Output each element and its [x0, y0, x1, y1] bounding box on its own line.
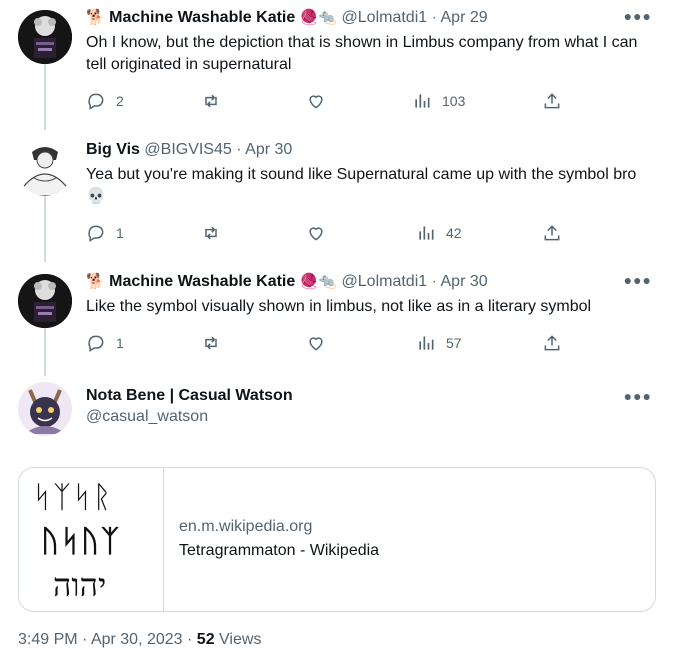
separator: · — [236, 141, 242, 158]
thumbnail-line: יהוה — [53, 566, 107, 604]
views-label: Views — [219, 631, 262, 648]
action-bar: 1 42 — [86, 223, 586, 245]
views-icon — [415, 94, 430, 108]
tweet-date[interactable]: Apr 30 — [245, 141, 292, 158]
reply-count: 2 — [116, 93, 124, 109]
avatar-image — [18, 382, 72, 436]
avatar[interactable] — [18, 382, 72, 436]
action-bar: 2 103 — [86, 91, 586, 113]
handle[interactable]: @Lolmatdi1 — [342, 273, 428, 290]
yarn-rat-emoji: 🧶🐀 — [299, 273, 338, 290]
tweet-date[interactable]: Apr 30 — [441, 273, 488, 290]
link-card-title: Tetragrammaton - Wikipedia — [179, 542, 380, 559]
link-card[interactable]: ᛋᛉᛋᚱ ᚢᛋᚢᛉ יהוה en.m.wikipedia.org Tetrag… — [18, 467, 656, 612]
tweet[interactable]: Big Vis @BIGVIS45 · Apr 30 Yea but you'r… — [0, 132, 685, 262]
share-button[interactable] — [542, 223, 562, 243]
reply-button[interactable]: 1 — [86, 223, 124, 243]
separator: · — [82, 631, 88, 648]
dog-emoji: 🐕 — [86, 9, 105, 26]
like-button[interactable] — [306, 333, 326, 353]
reply-count: 1 — [116, 225, 124, 241]
views-button[interactable]: 57 — [416, 333, 462, 353]
avatar[interactable] — [18, 142, 72, 196]
tweet-text: Like the symbol visually shown in limbus… — [86, 298, 592, 315]
like-icon — [309, 227, 323, 241]
like-button[interactable] — [306, 223, 326, 243]
tweet[interactable]: 🐕 Machine Washable Katie 🧶🐀 @Lolmatdi1 ·… — [0, 264, 685, 374]
tweet[interactable]: 🐕 Machine Washable Katie 🧶🐀 @Lolmatdi1 ·… — [0, 0, 685, 130]
like-icon — [309, 337, 323, 351]
views-icon — [419, 336, 434, 350]
reply-icon — [88, 225, 104, 242]
views-total: 52 — [196, 631, 215, 648]
avatar[interactable] — [18, 10, 72, 64]
more-icon[interactable]: ●●● — [624, 8, 652, 24]
retweet-button[interactable] — [201, 223, 221, 243]
share-icon — [544, 225, 560, 241]
tweet-header: Big Vis @BIGVIS45 · Apr 30 — [86, 140, 645, 160]
separator: · — [431, 9, 437, 26]
tweet-text: Oh I know, but the depiction that is sho… — [86, 34, 638, 73]
retweet-icon — [205, 94, 217, 108]
reply-count: 1 — [116, 335, 124, 351]
tweet-time[interactable]: 3:49 PM — [18, 631, 78, 648]
link-card-domain: en.m.wikipedia.org — [179, 518, 313, 535]
handle[interactable]: @casual_watson — [86, 408, 208, 426]
tweet-date[interactable]: Apr 29 — [441, 9, 488, 26]
share-button[interactable] — [542, 333, 562, 353]
handle[interactable]: @BIGVIS45 — [144, 141, 231, 158]
share-button[interactable] — [542, 91, 562, 111]
views-count: 42 — [446, 225, 462, 241]
dog-emoji: 🐕 — [86, 273, 105, 290]
avatar-image — [18, 142, 72, 196]
reply-icon — [88, 93, 104, 110]
thumbnail-line: ᛋᛉᛋᚱ — [33, 480, 113, 515]
display-name[interactable]: Machine Washable Katie — [109, 273, 295, 290]
tweet-full-date[interactable]: Apr 30, 2023 — [91, 631, 183, 648]
tweet-header: 🐕 Machine Washable Katie 🧶🐀 @Lolmatdi1 ·… — [86, 8, 645, 28]
separator: · — [187, 631, 193, 648]
avatar[interactable] — [18, 274, 72, 328]
retweet-button[interactable] — [201, 333, 221, 353]
share-icon — [544, 93, 560, 109]
separator: · — [431, 273, 437, 290]
views-icon — [419, 226, 434, 240]
tweet-header: Nota Bene | Casual Watson — [86, 386, 645, 406]
views-button[interactable]: 42 — [416, 223, 462, 243]
like-button[interactable] — [306, 91, 326, 111]
tweet-meta: 3:49 PM · Apr 30, 2023 · 52 Views — [18, 631, 261, 649]
handle[interactable]: @Lolmatdi1 — [342, 9, 428, 26]
tweet-text: Yea but you're making it sound like Supe… — [86, 166, 637, 205]
share-icon — [544, 335, 560, 351]
reply-button[interactable]: 1 — [86, 333, 124, 353]
views-count: 103 — [442, 93, 466, 109]
more-icon[interactable]: ●●● — [624, 388, 652, 404]
link-card-thumbnail: ᛋᛉᛋᚱ ᚢᛋᚢᛉ יהוה — [19, 468, 164, 611]
views-count: 57 — [446, 335, 462, 351]
retweet-icon — [205, 226, 217, 240]
retweet-button[interactable] — [201, 91, 221, 111]
thumbnail-line: ᚢᛋᚢᛉ — [41, 524, 121, 559]
display-name[interactable]: Nota Bene | Casual Watson — [86, 387, 293, 404]
action-bar: 1 57 — [86, 333, 586, 355]
avatar-image — [18, 10, 72, 64]
display-name[interactable]: Machine Washable Katie — [109, 9, 295, 26]
like-icon — [309, 95, 323, 109]
avatar-image — [18, 274, 72, 328]
reply-button[interactable]: 2 — [86, 91, 124, 111]
more-icon[interactable]: ●●● — [624, 272, 652, 288]
display-name[interactable]: Big Vis — [86, 141, 140, 158]
reply-icon — [88, 335, 104, 352]
yarn-rat-emoji: 🧶🐀 — [299, 9, 338, 26]
views-button[interactable]: 103 — [412, 91, 465, 111]
tweet-header: 🐕 Machine Washable Katie 🧶🐀 @Lolmatdi1 ·… — [86, 272, 645, 292]
retweet-icon — [205, 336, 217, 350]
